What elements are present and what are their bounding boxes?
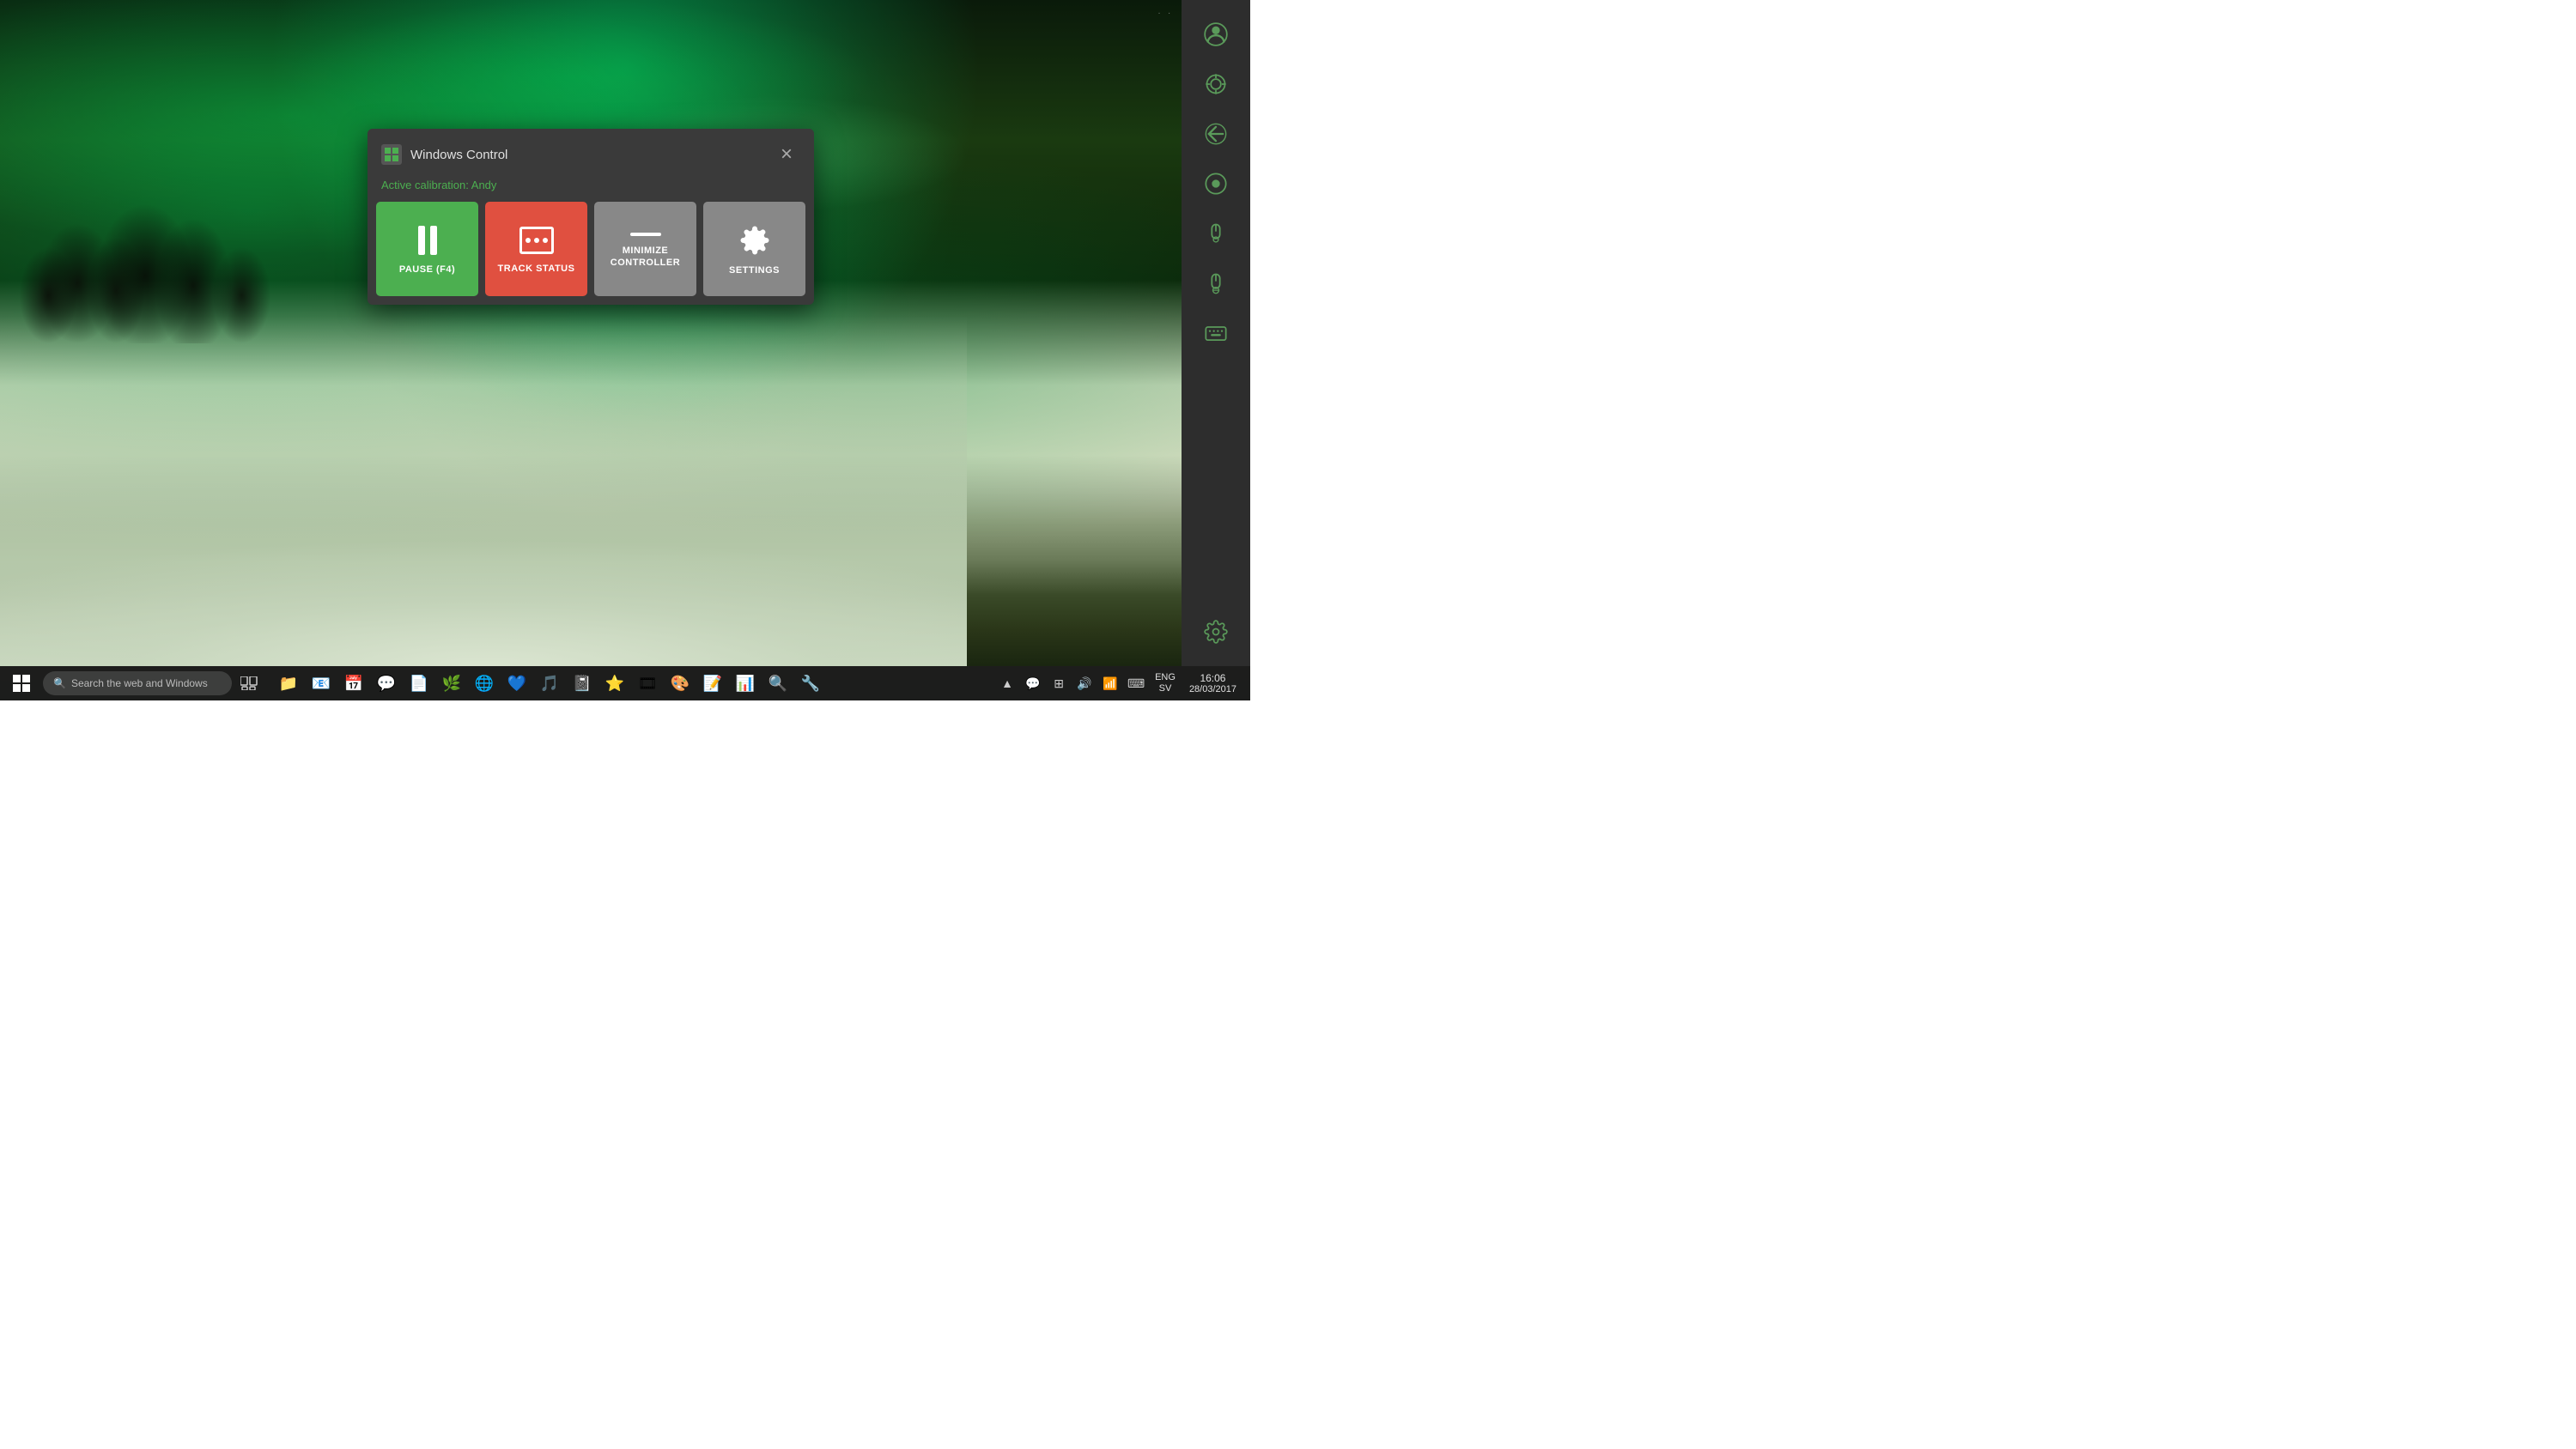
app2-taskbar-icon[interactable]: 🎨 [665,668,696,699]
chrome-taskbar-icon[interactable]: 🌐 [469,668,500,699]
whatsapp-taskbar-icon[interactable]: 💬 [371,668,402,699]
spotify-taskbar-icon[interactable]: 🎵 [534,668,565,699]
pdf-taskbar-icon[interactable]: 📄 [404,668,434,699]
dialog-subtitle: Active calibration: Andy [368,177,814,202]
calibration-user: Andy [471,179,497,191]
dialog-header: Windows Control × [368,129,814,177]
right-sidebar [1182,0,1250,666]
outlook-taskbar-icon[interactable]: 📧 [306,668,337,699]
track-status-button[interactable]: TRACK STATUS [485,202,587,296]
settings-icon [739,225,770,256]
tray-chat[interactable]: 💬 [1021,668,1045,699]
taskbar-app-icons: 📁 📧 📅 💬 📄 🌿 🌐 💙 🎵 📓 ⭐ 🎞 🎨 📝 📊 🔍 🔧 [273,668,826,699]
ppt-taskbar-icon[interactable]: 📊 [730,668,761,699]
dialog-body: PAUSE (F4) TRACK STATUS MINIMIZE [368,202,814,305]
pause-label: PAUSE (F4) [399,264,455,276]
minimize-controller-label: MINIMIZE CONTROLLER [601,245,690,270]
target-sidebar-icon[interactable] [1194,63,1237,106]
settings-button[interactable]: SETTINGS [703,202,805,296]
track-status-icon [519,227,554,254]
file-explorer-taskbar-icon[interactable]: 📁 [273,668,304,699]
evernote-taskbar-icon[interactable]: 🌿 [436,668,467,699]
windows-control-dialog: Windows Control × Active calibration: An… [368,129,814,305]
minimize-controller-icon [630,233,661,236]
dialog-close-button[interactable]: × [773,141,800,168]
search-icon: 🔍 [53,677,66,689]
mouse2-sidebar-icon[interactable] [1194,262,1237,305]
taskbar: 🔍 Search the web and Windows 📁 📧 📅 💬 📄 🌿… [0,666,1250,700]
keyboard-sidebar-icon[interactable] [1194,312,1237,355]
start-button[interactable] [0,666,43,700]
tray-icons-group: ▲ 💬 ⊞ 🔊 📶 ⌨ [995,668,1148,699]
mouse-sidebar-icon[interactable] [1194,212,1237,255]
ae-taskbar-icon[interactable]: 🎞 [632,668,663,699]
gear-sidebar-icon[interactable] [1194,610,1237,653]
track-status-label: TRACK STATUS [498,263,575,275]
tray-expand[interactable]: ▲ [995,668,1019,699]
tray-network[interactable]: 📶 [1098,668,1122,699]
task-view-button[interactable] [232,666,266,700]
tool-taskbar-icon[interactable]: 🔧 [795,668,826,699]
tray-display[interactable]: ⊞ [1047,668,1071,699]
clock-time: 16:06 [1200,672,1225,684]
pause-icon [418,226,437,255]
back-arrow-sidebar-icon[interactable] [1194,112,1237,155]
word-taskbar-icon[interactable]: 📝 [697,668,728,699]
profile-sidebar-icon[interactable] [1194,13,1237,56]
dialog-title: Windows Control [410,148,507,162]
language-sub: SV [1159,683,1172,694]
dialog-title-row: Windows Control [381,144,507,165]
skype-taskbar-icon[interactable]: 💙 [501,668,532,699]
circle-target-sidebar-icon[interactable] [1194,162,1237,205]
pause-button[interactable]: PAUSE (F4) [376,202,478,296]
search-placeholder: Search the web and Windows [71,677,208,689]
clock[interactable]: 16:06 28/03/2017 [1182,672,1243,694]
cortana-taskbar-icon[interactable]: 🔍 [762,668,793,699]
clock-date: 28/03/2017 [1189,684,1236,694]
language-indicator[interactable]: ENG SV [1151,672,1179,694]
tray-volume[interactable]: 🔊 [1072,668,1097,699]
taskbar-tray: ▲ 💬 ⊞ 🔊 📶 ⌨ ENG SV 16:06 28/03/2017 [995,668,1250,699]
language-code: ENG [1155,672,1176,683]
dialog-logo [381,144,402,165]
onenote-taskbar-icon[interactable]: 📓 [567,668,598,699]
settings-label: SETTINGS [729,264,780,276]
tray-keyboard[interactable]: ⌨ [1124,668,1148,699]
app-taskbar-icon[interactable]: ⭐ [599,668,630,699]
taskbar-search[interactable]: 🔍 Search the web and Windows [43,671,232,695]
dialog-overlay: Windows Control × Active calibration: An… [0,0,1182,666]
calendar-taskbar-icon[interactable]: 📅 [338,668,369,699]
minimize-controller-button[interactable]: MINIMIZE CONTROLLER [594,202,696,296]
